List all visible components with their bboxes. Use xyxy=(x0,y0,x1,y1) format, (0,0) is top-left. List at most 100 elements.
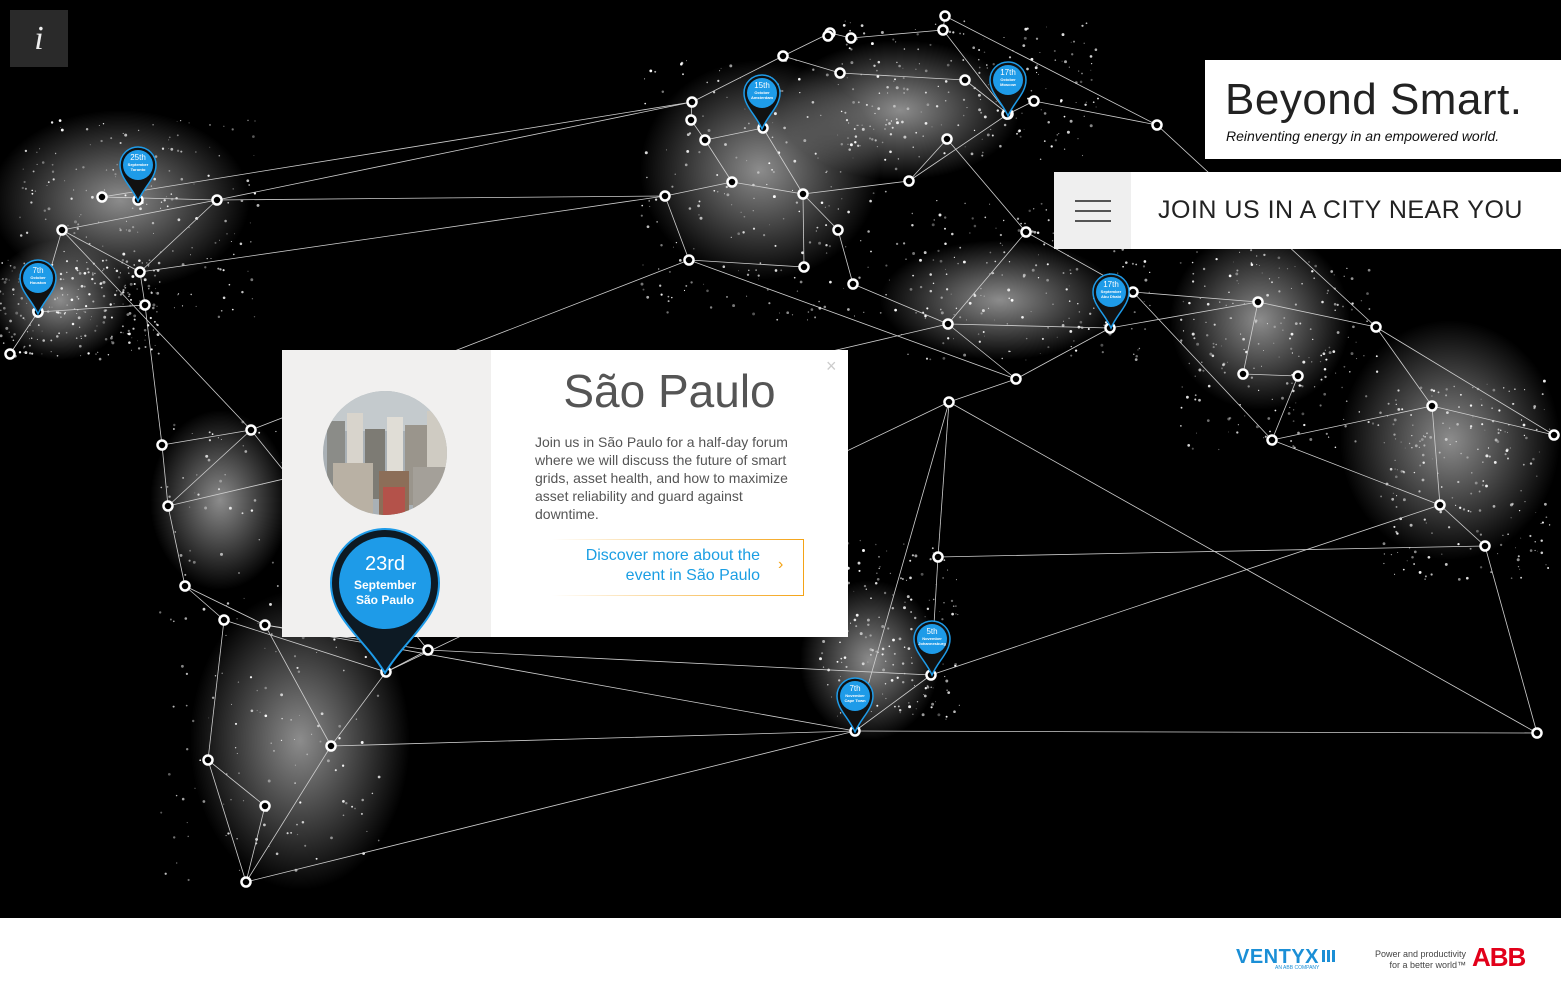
city-light-dot xyxy=(1047,346,1050,349)
city-light-dot xyxy=(905,258,907,261)
city-light-dot xyxy=(1429,436,1433,439)
city-light-dot xyxy=(1261,272,1263,274)
city-light-dot xyxy=(1257,389,1260,392)
network-node xyxy=(1252,296,1264,308)
city-light-dot xyxy=(1545,564,1547,566)
city-light-dot xyxy=(214,675,217,677)
city-light-dot xyxy=(71,322,75,326)
network-node xyxy=(798,261,810,273)
city-light-dot xyxy=(1283,317,1286,319)
city-light-dot xyxy=(752,312,756,316)
city-light-dot xyxy=(698,214,700,216)
city-light-dot xyxy=(909,288,913,291)
city-light-dot xyxy=(979,98,982,101)
city-light-dot xyxy=(901,662,905,665)
city-light-dot xyxy=(806,116,809,118)
city-light-dot xyxy=(850,48,853,51)
join-bar[interactable]: JOIN US IN A CITY NEAR YOU xyxy=(1054,172,1561,249)
city-light-dot xyxy=(1092,101,1095,104)
join-bar-label[interactable]: JOIN US IN A CITY NEAR YOU xyxy=(1158,196,1523,225)
city-light-dot xyxy=(886,550,888,552)
network-node xyxy=(1548,429,1560,441)
city-light-dot xyxy=(944,80,948,83)
event-pin-cape-town[interactable]: 7th November Cape Town xyxy=(835,676,875,734)
city-light-dot xyxy=(1090,69,1092,71)
city-light-dot xyxy=(85,128,89,131)
city-light-dot xyxy=(3,280,7,284)
city-light-dot xyxy=(973,224,977,228)
event-pin-toronto[interactable]: 25th September Toronto xyxy=(118,145,158,203)
city-light-dot xyxy=(746,160,748,162)
city-light-dot xyxy=(290,719,292,721)
world-map[interactable]: i Beyond Smart. Reinventing energy in an… xyxy=(0,0,1561,918)
city-light-dot xyxy=(947,569,949,571)
city-light-dot xyxy=(188,506,191,508)
city-light-dot xyxy=(102,268,105,270)
city-light-dot xyxy=(1149,271,1151,274)
city-light-dot xyxy=(1404,447,1406,449)
city-light-dot xyxy=(1077,138,1079,140)
city-light-dot xyxy=(1360,299,1363,302)
city-light-dot xyxy=(1540,522,1542,525)
info-button[interactable]: i xyxy=(10,10,68,67)
city-light-dot xyxy=(153,320,156,323)
event-pin-abu-dhabi[interactable]: 17th September Abu Dhabi xyxy=(1091,272,1131,330)
city-light-dot xyxy=(935,105,939,108)
city-light-dot xyxy=(983,38,985,40)
city-light-dot xyxy=(56,335,59,338)
city-light-dot xyxy=(884,158,887,161)
city-light-dot xyxy=(1182,330,1185,332)
city-light-dot xyxy=(82,166,85,169)
city-light-dot xyxy=(122,332,124,334)
city-light-dot xyxy=(912,146,914,148)
event-pin-houston[interactable]: 7th October Houston xyxy=(18,258,58,316)
event-pin-sao-paulo[interactable]: 23rd September São Paulo xyxy=(329,527,441,677)
city-light-dot xyxy=(1406,560,1408,562)
city-light-dot xyxy=(1070,354,1073,357)
city-light-dot xyxy=(1424,578,1426,580)
city-light-dot xyxy=(115,289,118,292)
event-pin-johannesburg[interactable]: 5th November Johannesburg xyxy=(912,619,952,677)
pin-day: 7th xyxy=(849,684,861,693)
city-light-dot xyxy=(1487,447,1490,449)
discover-event-button[interactable]: Discover more about the event in São Pau… xyxy=(552,539,804,596)
city-light-dot xyxy=(686,149,690,153)
city-light-dot xyxy=(41,353,43,355)
city-light-dot xyxy=(1081,154,1084,157)
abb-logo[interactable]: ABB xyxy=(1472,942,1526,973)
city-light-dot xyxy=(41,161,45,164)
city-light-dot xyxy=(969,232,971,234)
hamburger-menu-button[interactable] xyxy=(1054,172,1131,249)
event-pin-moscow[interactable]: 17th October Moscow xyxy=(988,60,1028,118)
city-light-dot xyxy=(815,230,817,232)
city-light-dot xyxy=(1182,300,1185,303)
city-light-dot xyxy=(882,668,886,672)
city-light-dot xyxy=(1298,384,1302,387)
city-light-dot xyxy=(1191,332,1195,336)
city-light-dot xyxy=(34,190,37,192)
city-light-dot xyxy=(342,814,345,817)
city-light-dot xyxy=(870,250,872,253)
city-light-dot xyxy=(301,820,305,824)
city-light-dot xyxy=(845,119,849,122)
city-light-dot xyxy=(690,281,693,284)
city-light-dot xyxy=(897,705,900,708)
city-light-dot xyxy=(115,269,119,273)
event-pin-amsterdam[interactable]: 15th October Amsterdam xyxy=(742,73,782,131)
city-light-dot xyxy=(306,753,309,756)
city-light-dot xyxy=(957,262,959,265)
city-light-dot xyxy=(830,186,832,188)
city-light-dot xyxy=(907,702,910,704)
city-light-dot xyxy=(893,80,895,82)
city-light-dot xyxy=(822,640,826,643)
city-light-dot xyxy=(983,335,985,337)
city-light-dot xyxy=(757,274,760,277)
city-light-dot xyxy=(876,145,879,148)
city-light-dot xyxy=(1440,486,1443,488)
network-node xyxy=(726,176,738,188)
city-light-dot xyxy=(972,46,976,50)
city-light-dot xyxy=(77,288,79,290)
city-light-dot xyxy=(848,148,851,151)
city-light-dot xyxy=(1457,480,1460,484)
city-light-dot xyxy=(970,152,974,156)
